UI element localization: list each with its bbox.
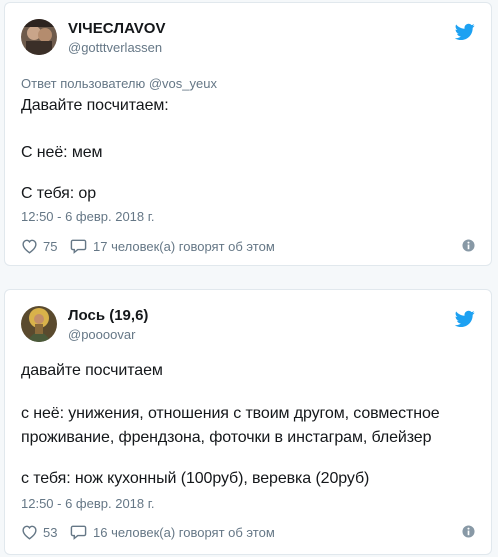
- conversation-count[interactable]: 17 человек(а) говорят об этом: [93, 239, 275, 254]
- like-count[interactable]: 53: [43, 525, 57, 540]
- avatar[interactable]: [21, 19, 57, 55]
- info-icon[interactable]: [462, 525, 475, 538]
- author-name[interactable]: Лось (19,6): [68, 307, 148, 324]
- avatar[interactable]: [21, 306, 57, 342]
- tweet-timestamp[interactable]: 12:50 - 6 февр. 2018 г.: [21, 496, 155, 511]
- tweet-text-line: Давайте посчитаем:: [21, 97, 169, 114]
- author-name[interactable]: VIЧECЛAVOV: [68, 20, 165, 37]
- speech-bubble-icon[interactable]: [70, 238, 87, 254]
- tweet-timestamp[interactable]: 12:50 - 6 февр. 2018 г.: [21, 209, 155, 224]
- reply-to-line: Ответ пользователю @vos_yeux: [21, 76, 217, 91]
- reply-to-prefix: Ответ пользователю: [21, 76, 146, 91]
- tweet-text-line: с тебя: нож кухонный (100руб), веревка (…: [21, 470, 370, 487]
- reply-mention-link[interactable]: @vos_yeux: [149, 76, 217, 91]
- tweet-actions: 53 16 человек(а) говорят об этом: [21, 523, 475, 543]
- tweet-text-line: давайте посчитаем: [21, 362, 163, 379]
- tweet-text-line: С неё: мем: [21, 144, 103, 161]
- speech-bubble-icon[interactable]: [70, 524, 87, 540]
- tweet-text-line: с неё: унижения, отношения с твоим друго…: [21, 405, 440, 422]
- tweet-text-line: проживание, френдзона, фоточки в инстагр…: [21, 429, 432, 446]
- heart-icon[interactable]: [21, 238, 38, 254]
- tweet-actions: 75 17 человек(а) говорят об этом: [21, 237, 475, 257]
- heart-icon[interactable]: [21, 524, 38, 540]
- tweet-card[interactable]: VIЧECЛAVOV @gotttverlassen Ответ пользов…: [4, 2, 492, 266]
- tweet-text-line: С тебя: ор: [21, 185, 97, 202]
- twitter-bird-icon[interactable]: [454, 23, 475, 41]
- like-count[interactable]: 75: [43, 239, 57, 254]
- conversation-count[interactable]: 16 человек(а) говорят об этом: [93, 525, 275, 540]
- twitter-bird-icon[interactable]: [454, 310, 475, 328]
- author-handle[interactable]: @gotttverlassen: [68, 40, 162, 55]
- tweet-card[interactable]: Лось (19,6) @poooovar давайте посчитаем …: [4, 289, 492, 555]
- author-handle[interactable]: @poooovar: [68, 327, 135, 342]
- info-icon[interactable]: [462, 239, 475, 252]
